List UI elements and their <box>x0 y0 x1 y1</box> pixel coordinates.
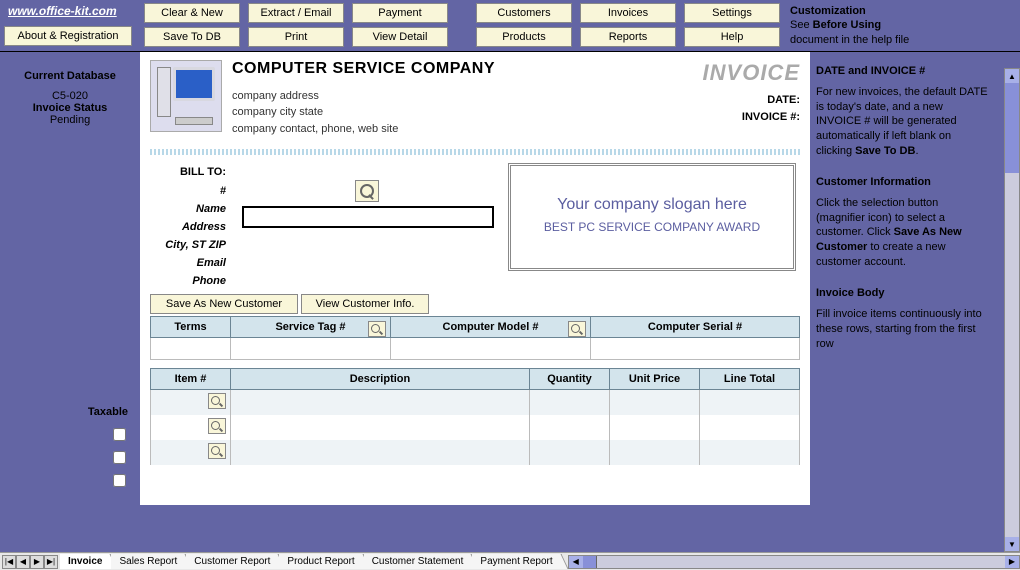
tab-nav-next[interactable]: ▶ <box>30 555 44 569</box>
invoice-status-label: Invoice Status <box>4 102 136 114</box>
service-info-table: Terms Service Tag # Computer Model # Com… <box>150 316 800 360</box>
billto-labels: BILL TO: # Name Address City, ST ZIP Ema… <box>150 163 226 290</box>
scroll-down-arrow[interactable]: ▼ <box>1005 537 1019 551</box>
tab-nav-last[interactable]: ▶| <box>44 555 58 569</box>
help-date-text: For new invoices, the default DATE is to… <box>816 85 989 159</box>
tab-sales-report[interactable]: Sales Report <box>111 554 186 569</box>
th-computer-model: Computer Model # <box>391 317 591 338</box>
item-lookup-icon[interactable] <box>208 418 226 434</box>
url-link[interactable]: www.office-kit.com <box>0 0 140 22</box>
th-quantity: Quantity <box>530 369 610 390</box>
item-cell[interactable] <box>151 415 231 440</box>
hscroll-right-arrow[interactable]: ▶ <box>1005 556 1019 568</box>
item-cell[interactable] <box>151 440 231 465</box>
item-cell[interactable] <box>151 390 231 416</box>
item-lookup-icon[interactable] <box>208 393 226 409</box>
customization-note: Customization See Before Using document … <box>784 0 969 51</box>
save-new-customer-button[interactable]: Save As New Customer <box>150 294 298 314</box>
extract-email-button[interactable]: Extract / Email <box>248 3 344 23</box>
help-date-heading: DATE and INVOICE # <box>816 64 989 79</box>
cell-terms[interactable] <box>151 338 231 360</box>
date-label: DATE: <box>703 92 800 110</box>
th-description: Description <box>231 369 530 390</box>
service-tag-lookup-icon[interactable] <box>368 321 386 337</box>
save-to-db-button[interactable]: Save To DB <box>144 27 240 47</box>
db-code: C5-020 <box>4 90 136 102</box>
company-name: COMPUTER SERVICE COMPANY <box>232 60 693 78</box>
hscroll-thumb[interactable] <box>583 556 597 568</box>
reports-button[interactable]: Reports <box>580 27 676 47</box>
tab-nav-prev[interactable]: ◀ <box>16 555 30 569</box>
help-customer-heading: Customer Information <box>816 175 989 190</box>
help-panel: DATE and INVOICE # For new invoices, the… <box>810 52 995 505</box>
invoice-title: INVOICE <box>703 60 800 86</box>
customer-name-input[interactable] <box>242 206 494 228</box>
sheet-tabs: |◀ ◀ ▶ ▶| Invoice Sales Report Customer … <box>0 552 1020 570</box>
cell-model[interactable] <box>391 338 591 360</box>
taxable-label: Taxable <box>4 406 136 418</box>
divider <box>150 149 800 155</box>
vscroll-thumb[interactable] <box>1005 83 1019 173</box>
view-detail-button[interactable]: View Detail <box>352 27 448 47</box>
about-button[interactable]: About & Registration <box>4 26 132 46</box>
customers-button[interactable]: Customers <box>476 3 572 23</box>
invoice-sheet: COMPUTER SERVICE COMPANY company address… <box>140 52 810 505</box>
help-body-text: Fill invoice items continuously into the… <box>816 307 989 352</box>
company-address-block: company address company city state compa… <box>232 88 693 138</box>
help-body-heading: Invoice Body <box>816 286 989 301</box>
model-lookup-icon[interactable] <box>568 321 586 337</box>
tab-customer-report[interactable]: Customer Report <box>186 554 279 569</box>
taxable-checkbox-3[interactable] <box>113 474 126 487</box>
tab-nav-first[interactable]: |◀ <box>2 555 16 569</box>
item-lookup-icon[interactable] <box>208 443 226 459</box>
th-line-total: Line Total <box>700 369 800 390</box>
cell-service-tag[interactable] <box>231 338 391 360</box>
computer-icon <box>150 60 222 132</box>
tab-payment-report[interactable]: Payment Report <box>472 554 561 569</box>
scroll-up-arrow[interactable]: ▲ <box>1005 69 1019 83</box>
slogan-box: Your company slogan here BEST PC SERVICE… <box>508 163 796 271</box>
tab-product-report[interactable]: Product Report <box>279 554 363 569</box>
left-sidebar: Current Database C5-020 Invoice Status P… <box>0 52 140 505</box>
cell-serial[interactable] <box>591 338 800 360</box>
invoice-status-value: Pending <box>4 114 136 126</box>
current-db-heading: Current Database <box>4 70 136 82</box>
line-items-table: Item # Description Quantity Unit Price L… <box>150 368 800 465</box>
th-unit-price: Unit Price <box>610 369 700 390</box>
select-customer-icon[interactable] <box>355 180 379 202</box>
taxable-checkbox-1[interactable] <box>113 428 126 441</box>
th-service-tag: Service Tag # <box>231 317 391 338</box>
help-customer-text: Click the selection button (magnifier ic… <box>816 196 989 270</box>
products-button[interactable]: Products <box>476 27 572 47</box>
horizontal-scrollbar[interactable]: ◀ ▶ <box>568 555 1020 569</box>
view-customer-info-button[interactable]: View Customer Info. <box>301 294 429 314</box>
taxable-checkbox-2[interactable] <box>113 451 126 464</box>
th-terms: Terms <box>151 317 231 338</box>
th-computer-serial: Computer Serial # <box>591 317 800 338</box>
settings-button[interactable]: Settings <box>684 3 780 23</box>
hscroll-left-arrow[interactable]: ◀ <box>569 556 583 568</box>
invoice-number-label: INVOICE #: <box>703 109 800 127</box>
toolbar: www.office-kit.com About & Registration … <box>0 0 1020 51</box>
clear-new-button[interactable]: Clear & New <box>144 3 240 23</box>
invoices-button[interactable]: Invoices <box>580 3 676 23</box>
print-button[interactable]: Print <box>248 27 344 47</box>
th-item: Item # <box>151 369 231 390</box>
help-button[interactable]: Help <box>684 27 780 47</box>
vertical-scrollbar[interactable]: ▲ ▼ <box>1004 68 1020 552</box>
tab-invoice[interactable]: Invoice <box>60 554 111 569</box>
payment-button[interactable]: Payment <box>352 3 448 23</box>
tab-customer-statement[interactable]: Customer Statement <box>364 554 473 569</box>
